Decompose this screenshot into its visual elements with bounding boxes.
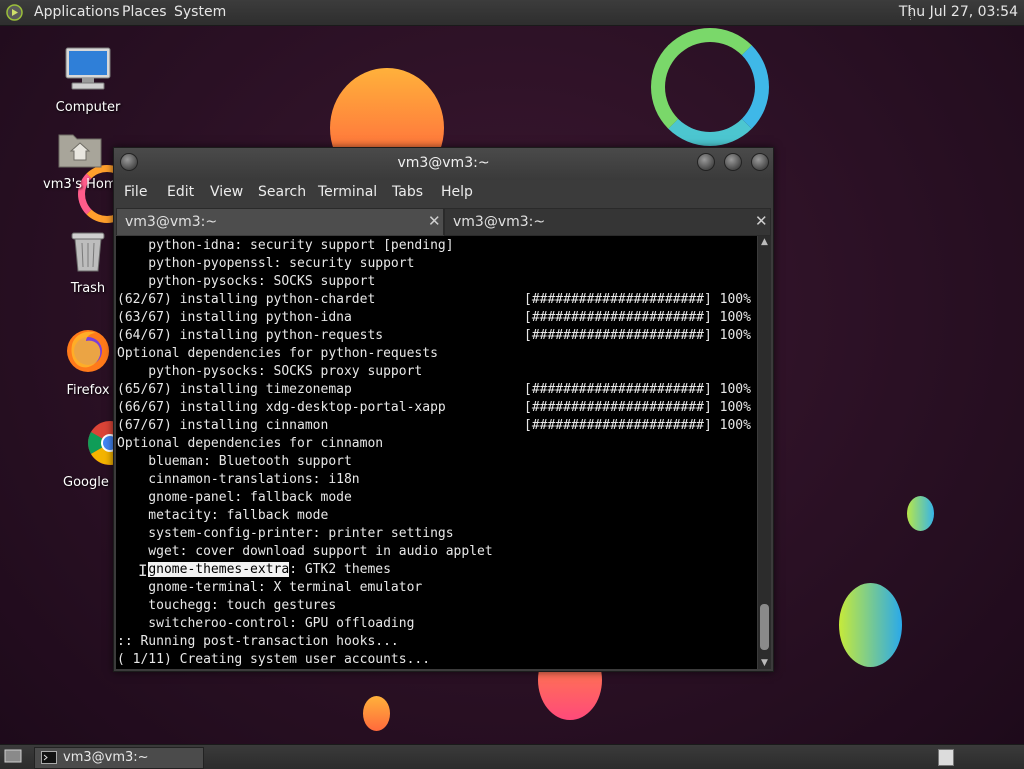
taskbar-button-label: vm3@vm3:~ — [63, 750, 149, 765]
desktop-icon-label: vm3's Home — [43, 177, 116, 192]
menu-edit[interactable]: Edit — [167, 184, 194, 200]
tab-close-icon[interactable]: ✕ — [755, 212, 768, 230]
desktop-icon-label: Computer — [55, 100, 121, 115]
clock[interactable]: Thu Jul 27, 03:54 — [899, 4, 1018, 20]
bottom-panel: vm3@vm3:~ — [0, 744, 1024, 769]
terminal-line: touchegg: touch gestures — [117, 598, 337, 613]
terminal-line: Optional dependencies for cinnamon — [117, 436, 384, 451]
top-panel: Applications Places System Thu Jul 27, 0… — [0, 0, 1024, 26]
desktop-icon-computer[interactable]: Computer — [43, 46, 133, 115]
tab-2[interactable]: vm3@vm3:~ ✕ — [444, 208, 771, 236]
decorative-blue-green-ellipse — [907, 496, 934, 531]
tab-label: vm3@vm3:~ — [125, 214, 218, 230]
close-button[interactable] — [751, 153, 769, 171]
tab-bar: vm3@vm3:~ ✕ vm3@vm3:~ ✕ — [116, 208, 771, 236]
terminal-line: metacity: fallback mode — [117, 508, 329, 523]
terminal-line: gnome-panel: fallback mode — [117, 490, 352, 505]
terminal-line: (65/67) installing timezonemap [########… — [117, 382, 751, 397]
terminal-line: python-pysocks: SOCKS support — [117, 274, 376, 289]
terminal-line: system-config-printer: printer settings — [117, 526, 454, 541]
trash-icon — [71, 232, 105, 272]
tab-1[interactable]: vm3@vm3:~ ✕ — [116, 208, 444, 235]
scroll-down-icon[interactable]: ▼ — [758, 658, 771, 668]
computer-icon — [65, 47, 111, 90]
terminal-line-selected: gnome-themes-extra: GTK2 themes — [117, 561, 751, 579]
scrollbar-thumb[interactable] — [760, 604, 769, 650]
menu-search[interactable]: Search — [258, 184, 306, 200]
terminal-icon — [41, 751, 57, 764]
terminal-line: (66/67) installing xdg-desktop-portal-xa… — [117, 400, 751, 415]
minimize-button[interactable] — [697, 153, 715, 171]
desktop-icon-label: Google Chrome — [63, 475, 113, 490]
show-desktop-icon[interactable] — [4, 749, 22, 764]
menu-file[interactable]: File — [124, 184, 147, 200]
decorative-large-blue-green-ellipse — [839, 583, 902, 667]
terminal-line: (64/67) installing python-requests [####… — [117, 328, 751, 343]
terminal-line: (62/67) installing python-chardet [#####… — [117, 292, 751, 307]
terminal-line: python-pysocks: SOCKS proxy support — [117, 364, 423, 379]
chrome-icon — [88, 421, 113, 465]
applications-menu[interactable]: Applications — [34, 4, 120, 20]
window-titlebar[interactable]: vm3@vm3:~ — [114, 148, 773, 180]
maximize-button[interactable] — [724, 153, 742, 171]
terminal-window[interactable]: vm3@vm3:~ File Edit View Search Terminal… — [113, 147, 774, 672]
decorative-green-ring — [651, 28, 769, 146]
workspace-switcher[interactable] — [938, 749, 954, 766]
window-title: vm3@vm3:~ — [397, 155, 490, 171]
scroll-up-icon[interactable]: ▲ — [758, 237, 771, 247]
desktop-icon-home[interactable]: vm3's Home — [43, 129, 116, 192]
text-cursor-icon: I — [138, 561, 148, 580]
menu-logo-icon[interactable] — [6, 4, 23, 21]
terminal-line: wget: cover download support in audio ap… — [117, 544, 493, 559]
selection-rest: : GTK2 themes — [289, 562, 391, 577]
terminal-line: blueman: Bluetooth support — [117, 454, 352, 469]
places-menu[interactable]: Places — [122, 4, 167, 20]
tab-label: vm3@vm3:~ — [453, 214, 546, 230]
desktop-icon-chrome[interactable]: Google Chrome — [43, 419, 113, 490]
system-menu[interactable]: System — [174, 4, 226, 20]
menu-tabs[interactable]: Tabs — [392, 184, 423, 200]
decorative-small-orange-ellipse — [363, 696, 390, 731]
terminal-line: cinnamon-translations: i18n — [117, 472, 360, 487]
terminal-line: Optional dependencies for python-request… — [117, 346, 438, 361]
terminal-line: python-pyopenssl: security support — [117, 256, 415, 271]
menu-help[interactable]: Help — [441, 184, 473, 200]
taskbar-button-terminal[interactable]: vm3@vm3:~ — [34, 747, 204, 769]
terminal-line: gnome-terminal: X terminal emulator — [117, 580, 423, 595]
terminal-lines: python-idna: security support [pending] … — [117, 237, 751, 669]
selected-text[interactable]: gnome-themes-extra — [148, 562, 290, 577]
firefox-icon — [67, 330, 109, 372]
terminal-line: (63/67) installing python-idna [########… — [117, 310, 751, 325]
terminal-output[interactable]: python-idna: security support [pending] … — [116, 236, 757, 669]
menu-terminal[interactable]: Terminal — [318, 184, 377, 200]
terminal-line: python-idna: security support [pending] — [117, 238, 454, 253]
menu-view[interactable]: View — [210, 184, 243, 200]
terminal-line: switcheroo-control: GPU offloading — [117, 616, 415, 631]
terminal-scrollbar[interactable]: ▲ ▼ — [758, 236, 771, 669]
tab-close-icon[interactable]: ✕ — [428, 212, 441, 230]
terminal-line: :: Running post-transaction hooks... — [117, 634, 399, 649]
terminal-line: ( 1/11) Creating system user accounts... — [117, 652, 431, 667]
terminal-menubar: File Edit View Search Terminal Tabs Help — [114, 180, 773, 206]
terminal-line: (67/67) installing cinnamon [###########… — [117, 418, 751, 433]
home-folder-icon — [58, 134, 101, 168]
